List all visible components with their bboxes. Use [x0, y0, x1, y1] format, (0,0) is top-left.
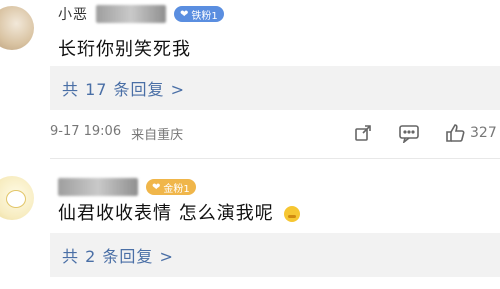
comment-actions: 327	[350, 120, 497, 146]
avatar[interactable]	[0, 176, 34, 220]
fan-badge-label: 金粉1	[163, 183, 190, 195]
fan-badge[interactable]: ❤ 金粉1	[146, 179, 196, 195]
comment-text: 仙君收收表情 怎么演我呢	[58, 199, 301, 225]
replies-box[interactable]: 共 2 条回复 >	[50, 233, 500, 277]
heart-icon: ❤	[152, 181, 161, 193]
comment-location: 来自重庆	[131, 128, 184, 143]
comment-text: 长珩你别笑死我	[58, 39, 191, 60]
divider	[50, 158, 500, 159]
comment-time: 9-17 19:06	[50, 124, 122, 139]
view-replies-link[interactable]: 共 2 条回复 >	[62, 243, 174, 267]
comment-text-content: 仙君收收表情 怎么演我呢	[58, 203, 274, 224]
avatar-face	[6, 190, 26, 208]
username[interactable]: 小恶	[58, 4, 88, 24]
share-icon[interactable]	[350, 120, 376, 146]
avatar[interactable]	[0, 6, 34, 50]
fan-badge[interactable]: ❤ 铁粉1	[174, 6, 224, 22]
like-button[interactable]: 327	[442, 120, 497, 146]
emoji-icon	[284, 206, 301, 222]
comment-icon[interactable]	[396, 120, 422, 146]
comment-meta: 9-17 19:06 来自重庆	[50, 124, 183, 143]
view-replies-link[interactable]: 共 17 条回复 >	[62, 76, 185, 100]
like-count: 327	[470, 125, 497, 141]
like-icon	[442, 120, 468, 146]
redacted-username	[96, 5, 166, 23]
comment-thread: 小恶 ❤ 铁粉1 长珩你别笑死我 共 17 条回复 > 9-17 19:06 来…	[0, 0, 500, 289]
heart-icon: ❤	[180, 8, 189, 20]
comment-header: ❤ 金粉1	[58, 177, 196, 197]
comment-header: 小恶 ❤ 铁粉1	[58, 4, 224, 24]
replies-box[interactable]: 共 17 条回复 >	[50, 66, 500, 110]
redacted-username	[58, 178, 138, 196]
fan-badge-label: 铁粉1	[191, 10, 218, 22]
